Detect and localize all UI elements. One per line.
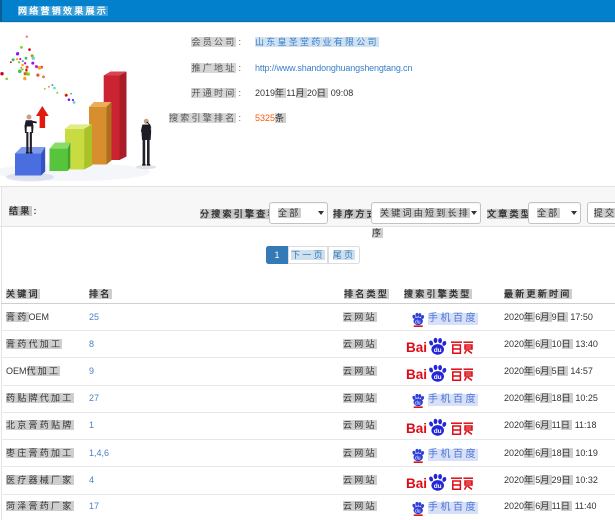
svg-text:du: du (415, 455, 421, 461)
svg-text:du: du (434, 374, 442, 381)
svg-text:du: du (434, 483, 442, 490)
svg-text:du: du (415, 319, 421, 325)
svg-text:du: du (415, 400, 421, 406)
svg-text:Bai: Bai (406, 476, 427, 491)
svg-text:du: du (434, 347, 442, 354)
svg-text:Bai: Bai (406, 421, 427, 436)
svg-text:du: du (415, 508, 421, 514)
svg-text:Bai: Bai (406, 340, 427, 355)
svg-text:du: du (434, 428, 442, 435)
svg-text:Bai: Bai (406, 367, 427, 382)
